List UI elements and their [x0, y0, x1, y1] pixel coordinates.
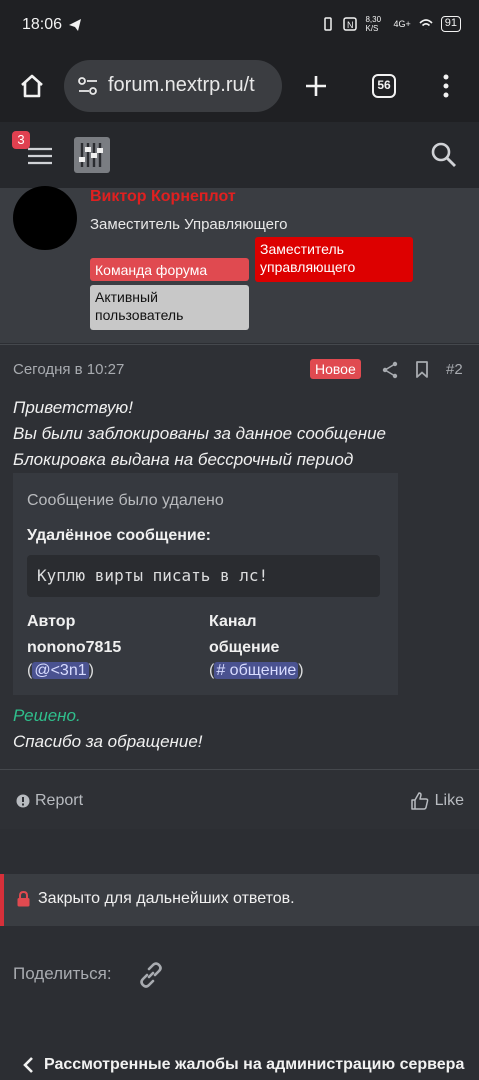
report-button[interactable]: Report: [16, 792, 83, 810]
divider: [0, 769, 479, 770]
banner-active-user: Активный пользователь: [90, 285, 249, 330]
lock-icon: [17, 891, 30, 907]
link-icon[interactable]: [137, 961, 165, 989]
home-icon[interactable]: [19, 73, 45, 99]
new-tab-icon[interactable]: [304, 74, 328, 98]
author-mention-wrap: (@<3n1): [27, 662, 94, 679]
status-bar: 18:06 N 8,30 K/S 4G+ 91: [0, 0, 479, 52]
author-title: Заместитель Управляющего: [90, 216, 288, 233]
author-card: Виктор Корнеплот Заместитель Управляющег…: [0, 186, 479, 343]
notification-badge: 3: [12, 131, 30, 149]
author-name[interactable]: Виктор Корнеплот: [90, 188, 236, 206]
vibrate-icon: [324, 17, 333, 31]
new-badge: Новое: [310, 359, 361, 379]
url-text: forum.nextrp.ru/t: [108, 74, 255, 96]
message-line-1: Приветствую!: [13, 398, 133, 417]
avatar[interactable]: [13, 186, 77, 250]
message-line-3: Блокировка выдана на бессрочный период: [13, 450, 354, 469]
post-date[interactable]: Сегодня в 10:27: [13, 361, 124, 378]
wifi-icon: [419, 19, 433, 30]
svg-text:N: N: [347, 20, 354, 30]
alert-icon: [16, 794, 30, 808]
closed-text: Закрыто для дальнейших ответов.: [38, 890, 295, 907]
clock: 18:06: [22, 16, 63, 33]
channel-mention-wrap: (# общение): [209, 662, 304, 679]
post-number[interactable]: #2: [446, 361, 463, 378]
thread-closed-notice: Закрыто для дальнейших ответов.: [0, 874, 479, 926]
address-bar[interactable]: forum.nextrp.ru/t: [64, 60, 282, 112]
solved-text: Решено.: [13, 706, 81, 725]
parent-forum-link[interactable]: Рассмотренные жалобы на администрацию се…: [22, 1056, 464, 1074]
like-button[interactable]: Like: [410, 792, 464, 810]
site-settings-icon[interactable]: [78, 77, 98, 95]
thumbs-up-icon: [410, 792, 428, 810]
channel-value: общение: [209, 639, 280, 656]
banner-deputy: Заместитель управляющего: [255, 237, 413, 282]
net-speed: 8,30 K/S: [365, 15, 382, 33]
browser-toolbar: forum.nextrp.ru/t 56: [0, 52, 479, 122]
author-value: nonono7815: [27, 639, 122, 656]
like-label: Like: [434, 792, 464, 809]
deleted-message-embed: Сообщение было удалено Удалённое сообщен…: [13, 473, 398, 695]
embed-title: Сообщение было удалено: [27, 492, 224, 509]
report-label: Report: [35, 792, 84, 809]
status-icons: N 8,30 K/S 4G+ 91: [321, 15, 461, 33]
equalizer-logo-icon: [79, 143, 103, 167]
author-label: Автор: [27, 613, 76, 630]
menu-icon[interactable]: [28, 147, 52, 165]
channel-label: Канал: [209, 613, 257, 630]
battery-indicator: 91: [440, 16, 461, 32]
tab-switcher-button[interactable]: 56: [372, 74, 396, 98]
banner-forum-team: Команда форума: [90, 258, 249, 281]
nfc-icon: N: [343, 17, 358, 31]
chevron-left-icon: [23, 1057, 33, 1073]
share-icon[interactable]: [382, 361, 398, 379]
parent-forum-label: Рассмотренные жалобы на администрацию се…: [44, 1056, 465, 1073]
channel-mention[interactable]: # общение: [214, 662, 299, 679]
embed-subtitle: Удалённое сообщение:: [27, 527, 211, 544]
forum-logo[interactable]: [74, 137, 110, 173]
telegram-icon: [69, 19, 81, 31]
post: Сегодня в 10:27 Новое #2 Приветствую! Вы…: [0, 344, 479, 829]
bookmark-icon[interactable]: [415, 361, 429, 378]
forum-navbar: 3: [0, 122, 479, 188]
more-options-icon[interactable]: [443, 74, 449, 98]
divider: [0, 344, 479, 345]
search-icon[interactable]: [431, 142, 457, 168]
message-line-2: Вы были заблокированы за данное сообщени…: [13, 424, 386, 443]
network-type: 4G+: [393, 19, 411, 29]
deleted-message-text: Куплю вирты писать в лс!: [37, 566, 269, 585]
thanks-text: Спасибо за обращение!: [13, 732, 203, 751]
code-block: Куплю вирты писать в лс!: [27, 555, 380, 597]
author-mention[interactable]: @<3n1: [32, 662, 89, 679]
share-label: Поделиться:: [13, 964, 112, 983]
